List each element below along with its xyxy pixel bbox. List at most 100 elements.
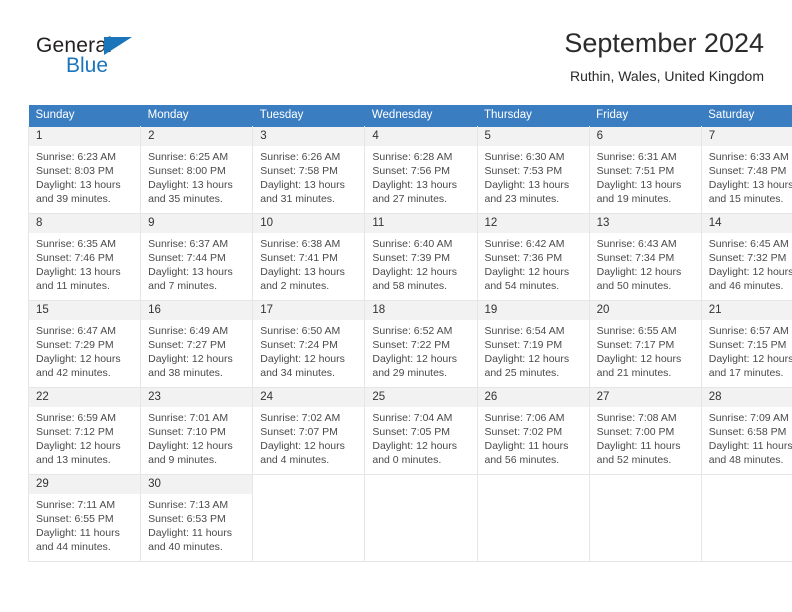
weekday-header-saturday: Saturday [701,105,792,127]
calendar-week-row: 1 Sunrise: 6:23 AM Sunset: 8:03 PM Daylight… [27,126,792,214]
daylight-text: Daylight: 11 hours and 52 minutes. [596,440,681,466]
calendar-day-cell[interactable]: 3 Sunrise: 6:26 AM Sunset: 7:58 PM Daylight… [252,126,366,214]
day-number: 12 [477,214,589,233]
day-number: 18 [365,301,477,320]
sunrise-text: Sunrise: 6:28 AM [372,151,453,163]
day-info: Sunrise: 6:42 AM Sunset: 7:36 PM Daylight:… [478,233,589,293]
sunrise-text: Sunrise: 7:01 AM [148,412,229,424]
day-info: Sunrise: 6:30 AM Sunset: 7:53 PM Daylight:… [478,146,589,206]
daylight-text: Daylight: 12 hours and 17 minutes. [708,353,792,379]
daylight-text: Daylight: 12 hours and 38 minutes. [148,353,233,379]
sunset-text: Sunset: 7:24 PM [260,339,338,351]
sunset-text: Sunset: 7:12 PM [36,426,114,438]
calendar-day-cell[interactable]: 6 Sunrise: 6:31 AM Sunset: 7:51 PM Daylight… [588,126,702,214]
calendar-day-cell[interactable]: 8 Sunrise: 6:35 AM Sunset: 7:46 PM Daylight… [27,213,142,301]
daylight-text: Daylight: 11 hours and 40 minutes. [148,527,232,553]
calendar-day-cell[interactable]: 22 Sunrise: 6:59 AM Sunset: 7:12 PM Dayligh… [27,387,142,475]
day-info: Sunrise: 6:55 AM Sunset: 7:17 PM Daylight:… [590,320,701,380]
calendar-day-cell[interactable]: 1 Sunrise: 6:23 AM Sunset: 8:03 PM Daylight… [27,126,142,214]
calendar-day-cell[interactable]: 25 Sunrise: 7:04 AM Sunset: 7:05 PM Dayligh… [364,387,478,475]
calendar-day-cell[interactable]: 21 Sunrise: 6:57 AM Sunset: 7:15 PM Dayligh… [700,300,792,388]
calendar-day-cell[interactable]: 17 Sunrise: 6:50 AM Sunset: 7:24 PM Dayligh… [252,300,366,388]
daylight-text: Daylight: 13 hours and 19 minutes. [596,179,682,205]
title-block: September 2024 Ruthin, Wales, United Kin… [564,26,764,86]
calendar-day-cell[interactable]: 16 Sunrise: 6:49 AM Sunset: 7:27 PM Dayligh… [140,300,254,388]
calendar-day-cell[interactable]: 27 Sunrise: 7:08 AM Sunset: 7:00 PM Dayligh… [588,387,702,475]
sunset-text: Sunset: 7:05 PM [372,426,451,438]
calendar-header-row: Sunday Monday Tuesday Wednesday Thursday… [28,105,792,127]
daylight-text: Daylight: 12 hours and 29 minutes. [372,353,458,379]
daylight-text: Daylight: 12 hours and 13 minutes. [36,440,121,466]
calendar-day-cell[interactable]: 15 Sunrise: 6:47 AM Sunset: 7:29 PM Dayligh… [27,300,142,388]
day-info: Sunrise: 7:02 AM Sunset: 7:07 PM Daylight:… [253,407,364,467]
daylight-text: Daylight: 13 hours and 31 minutes. [260,179,345,205]
sunset-text: Sunset: 7:07 PM [260,426,338,438]
day-info: Sunrise: 6:40 AM Sunset: 7:39 PM Daylight:… [365,233,476,293]
sunset-text: Sunset: 7:19 PM [484,339,563,351]
sunset-text: Sunset: 6:55 PM [36,513,114,525]
day-number [477,475,589,494]
day-number: 20 [589,301,701,320]
calendar-day-cell[interactable]: 24 Sunrise: 7:02 AM Sunset: 7:07 PM Dayligh… [252,387,366,475]
sunset-text: Sunset: 7:15 PM [708,339,787,351]
calendar-day-cell[interactable]: 19 Sunrise: 6:54 AM Sunset: 7:19 PM Dayligh… [476,300,590,388]
calendar-day-cell[interactable]: 13 Sunrise: 6:43 AM Sunset: 7:34 PM Dayligh… [588,213,702,301]
day-number: 23 [141,388,253,407]
calendar-day-cell[interactable]: 28 Sunrise: 7:09 AM Sunset: 6:58 PM Dayligh… [700,387,792,475]
day-number: 27 [589,388,701,407]
calendar-day-cell[interactable]: 18 Sunrise: 6:52 AM Sunset: 7:22 PM Dayligh… [364,300,478,388]
calendar-page: General Blue September 2024 Ruthin, Wale… [0,0,792,612]
sunset-text: Sunset: 7:53 PM [484,165,563,177]
day-info: Sunrise: 6:57 AM Sunset: 7:15 PM Daylight:… [702,320,792,380]
sunset-text: Sunset: 7:02 PM [484,426,563,438]
sunset-text: Sunset: 7:32 PM [708,252,787,264]
day-info: Sunrise: 7:13 AM Sunset: 6:53 PM Daylight:… [141,494,252,554]
calendar-day-cell[interactable]: 2 Sunrise: 6:25 AM Sunset: 8:00 PM Daylight… [140,126,254,214]
calendar-day-cell-empty [252,474,366,562]
sunset-text: Sunset: 7:00 PM [596,426,675,438]
day-number: 1 [29,127,141,146]
calendar-day-cell[interactable]: 14 Sunrise: 6:45 AM Sunset: 7:32 PM Dayligh… [700,213,792,301]
calendar-day-cell[interactable]: 5 Sunrise: 6:30 AM Sunset: 7:53 PM Daylight… [476,126,590,214]
day-number: 4 [365,127,477,146]
calendar-body: 1 Sunrise: 6:23 AM Sunset: 8:03 PM Daylight… [27,126,792,562]
calendar-day-cell-empty [476,474,590,562]
logo-triangle-icon [104,37,132,55]
sunrise-text: Sunrise: 6:49 AM [148,325,229,337]
sunrise-text: Sunrise: 7:08 AM [596,412,677,424]
day-number: 2 [141,127,253,146]
calendar-day-cell[interactable]: 10 Sunrise: 6:38 AM Sunset: 7:41 PM Dayligh… [252,213,366,301]
day-number [365,475,477,494]
calendar-day-cell[interactable]: 4 Sunrise: 6:28 AM Sunset: 7:56 PM Daylight… [364,126,478,214]
daylight-text: Daylight: 12 hours and 58 minutes. [372,266,458,292]
calendar-day-cell[interactable]: 23 Sunrise: 7:01 AM Sunset: 7:10 PM Dayligh… [140,387,254,475]
general-blue-logo[interactable]: General Blue [36,34,166,86]
calendar-day-cell[interactable]: 26 Sunrise: 7:06 AM Sunset: 7:02 PM Dayligh… [476,387,590,475]
daylight-text: Daylight: 12 hours and 50 minutes. [596,266,682,292]
sunset-text: Sunset: 7:46 PM [36,252,114,264]
weekday-header-sunday: Sunday [28,105,141,127]
sunrise-text: Sunrise: 6:25 AM [148,151,229,163]
calendar-day-cell[interactable]: 12 Sunrise: 6:42 AM Sunset: 7:36 PM Dayligh… [476,213,590,301]
calendar-day-cell[interactable]: 30 Sunrise: 7:13 AM Sunset: 6:53 PM Dayligh… [140,474,254,562]
calendar-day-cell[interactable]: 11 Sunrise: 6:40 AM Sunset: 7:39 PM Dayligh… [364,213,478,301]
day-info: Sunrise: 6:33 AM Sunset: 7:48 PM Daylight:… [702,146,792,206]
day-info: Sunrise: 6:26 AM Sunset: 7:58 PM Daylight:… [253,146,364,206]
page-title: September 2024 [564,28,764,58]
sunrise-text: Sunrise: 6:23 AM [36,151,116,163]
sunset-text: Sunset: 6:58 PM [708,426,787,438]
calendar-day-cell[interactable]: 9 Sunrise: 6:37 AM Sunset: 7:44 PM Daylight… [140,213,254,301]
day-number: 17 [253,301,365,320]
calendar-day-cell[interactable]: 7 Sunrise: 6:33 AM Sunset: 7:48 PM Daylight… [700,126,792,214]
sunrise-text: Sunrise: 6:35 AM [36,238,116,250]
sunset-text: Sunset: 7:34 PM [596,252,675,264]
calendar-day-cell[interactable]: 29 Sunrise: 7:11 AM Sunset: 6:55 PM Dayligh… [27,474,142,562]
sunrise-text: Sunrise: 7:04 AM [372,412,453,424]
sunset-text: Sunset: 7:58 PM [260,165,338,177]
sunset-text: Sunset: 7:22 PM [372,339,451,351]
daylight-text: Daylight: 13 hours and 35 minutes. [148,179,233,205]
day-number: 15 [29,301,141,320]
calendar-day-cell[interactable]: 20 Sunrise: 6:55 AM Sunset: 7:17 PM Dayligh… [588,300,702,388]
day-number: 30 [141,475,253,494]
day-info: Sunrise: 6:59 AM Sunset: 7:12 PM Daylight:… [29,407,140,467]
